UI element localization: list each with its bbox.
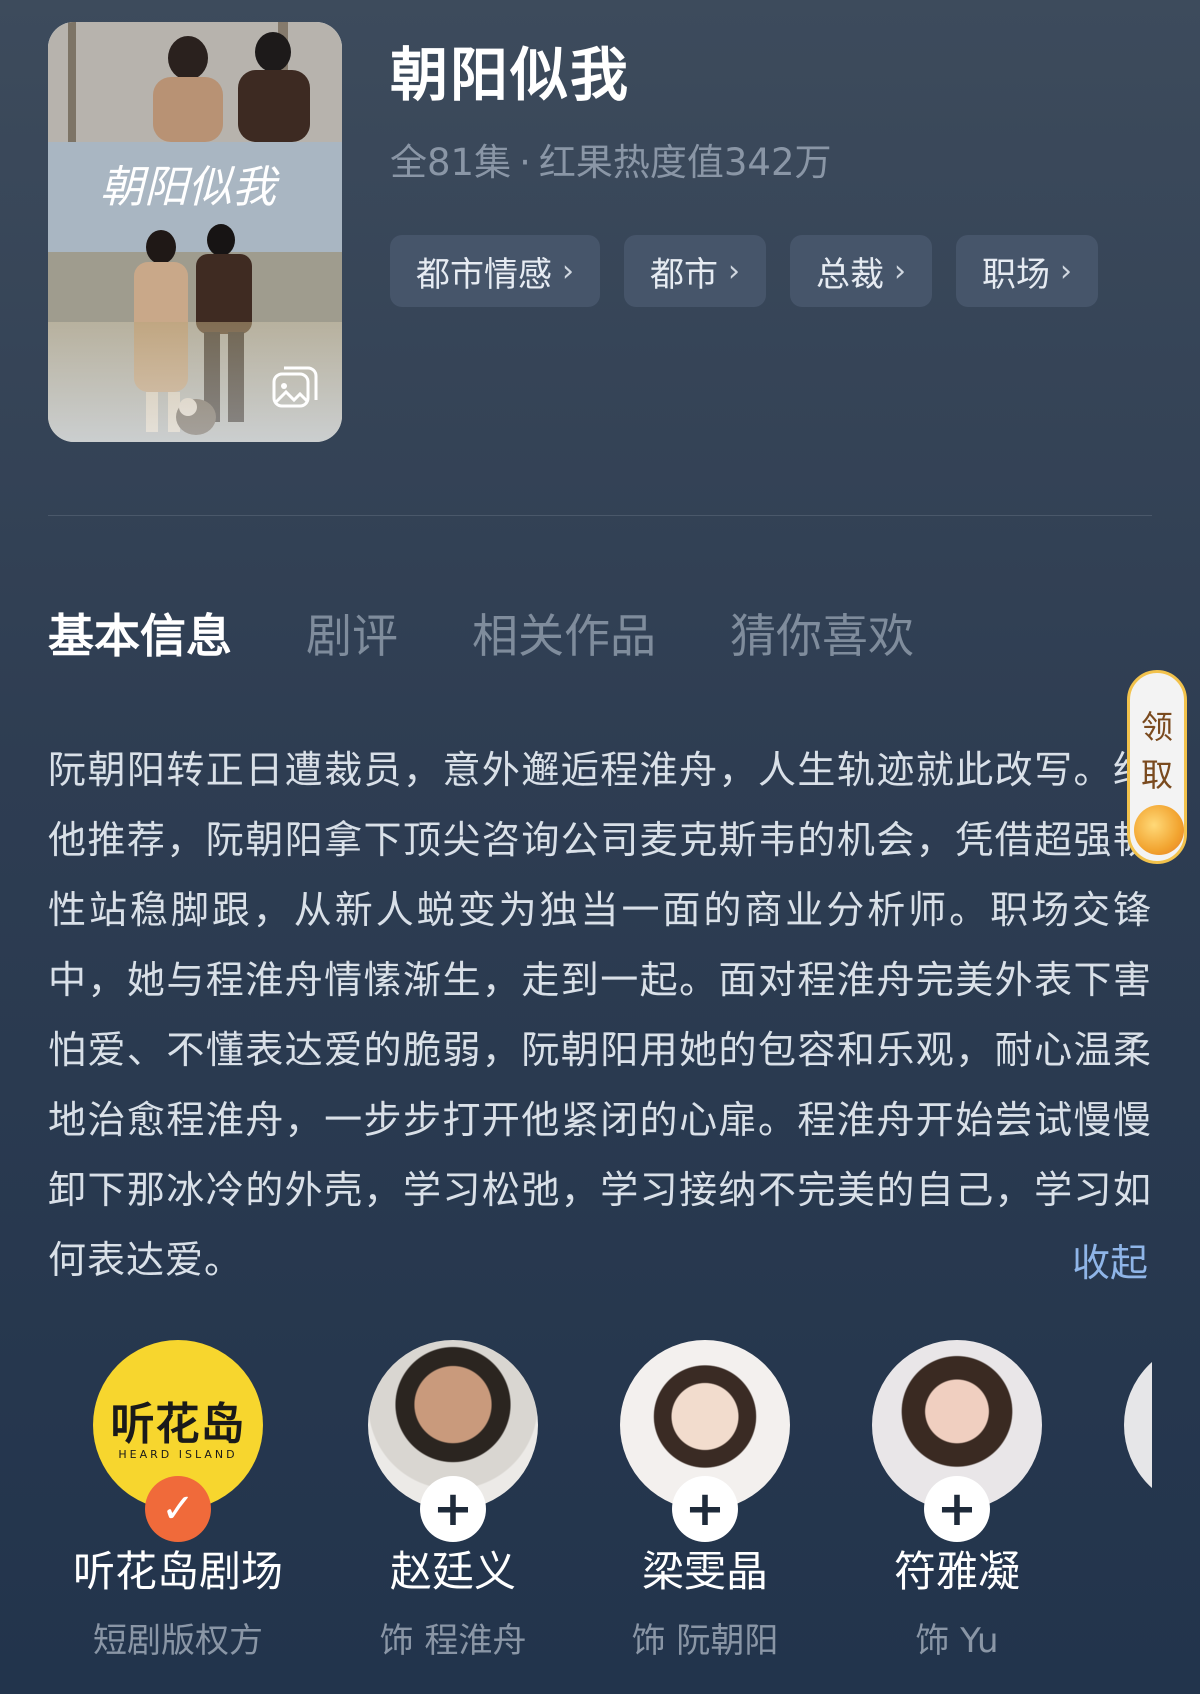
cast-role: 饰 阮朝阳 [631, 1621, 779, 1661]
cast-item[interactable]: + 符雅凝 饰 Yu [832, 1340, 1082, 1662]
tag-label: 总裁 [816, 254, 884, 295]
cast-item[interactable]: + 梁雯晶 饰 阮朝阳 [580, 1340, 830, 1662]
gallery-icon[interactable] [270, 364, 320, 414]
cast-name: 听花岛剧场 [72, 1547, 283, 1596]
tag-label: 都市 [650, 254, 718, 295]
chevron-right-icon: › [1060, 253, 1072, 289]
cast-item[interactable]: + 赵廷义 饰 程淮舟 [328, 1340, 578, 1662]
cast-role: 饰 程淮舟 [379, 1621, 527, 1661]
tag-label: 都市情感 [416, 254, 552, 295]
logo-subtext: HEARD ISLAND [118, 1448, 238, 1461]
reward-label-1: 领 [1140, 708, 1173, 746]
avatar[interactable]: + [620, 1340, 790, 1542]
claim-reward-button[interactable]: 领 取 [1127, 670, 1187, 864]
avatar[interactable]: + [872, 1340, 1042, 1542]
show-title: 朝阳似我 [390, 41, 631, 109]
tab-bar: 基本信息 剧评 相关作品 猜你喜欢 [48, 600, 988, 666]
cast-item-partial[interactable] [1084, 1340, 1152, 1510]
collapse-button[interactable]: 收起 [1072, 1232, 1148, 1287]
cast-role: 饰 Yu [915, 1621, 999, 1661]
cast-item[interactable]: 听花岛 HEARD ISLAND ✓ 听花岛剧场 短剧版权方 [53, 1340, 303, 1662]
cast-list: 听花岛 HEARD ISLAND ✓ 听花岛剧场 短剧版权方 + 赵廷义 饰 程… [48, 1340, 1152, 1694]
show-meta: 全81集 · 红果热度值342万 [390, 132, 831, 186]
avatar[interactable]: 听花岛 HEARD ISLAND ✓ [93, 1340, 263, 1542]
cast-name: 赵廷义 [389, 1547, 516, 1596]
tab-reviews[interactable]: 剧评 [306, 600, 398, 666]
section-divider [48, 515, 1152, 516]
avatar[interactable]: + [368, 1340, 538, 1542]
coin-icon [1134, 805, 1184, 855]
reward-label-2: 取 [1140, 756, 1173, 794]
plus-icon[interactable]: + [672, 1476, 738, 1542]
plus-icon[interactable]: + [420, 1476, 486, 1542]
chevron-right-icon: › [894, 253, 906, 289]
cast-name: 梁雯晶 [641, 1547, 768, 1596]
heat-value: 红果热度值342万 [538, 141, 832, 184]
plus-icon[interactable]: + [924, 1476, 990, 1542]
synopsis-text: 阮朝阳转正日遭裁员，意外邂逅程淮舟，人生轨迹就此改写。经他推荐，阮朝阳拿下顶尖咨… [48, 748, 1152, 1282]
tab-basic-info[interactable]: 基本信息 [48, 600, 232, 666]
tab-recommendations[interactable]: 猜你喜欢 [730, 600, 914, 666]
tag-label: 职场 [982, 254, 1050, 295]
meta-separator: · [519, 141, 531, 184]
avatar[interactable] [1124, 1340, 1152, 1510]
tag-urban-romance[interactable]: 都市情感 › [390, 235, 600, 307]
genre-tags: 都市情感 › 都市 › 总裁 › 职场 › [390, 235, 1098, 307]
tag-ceo[interactable]: 总裁 › [790, 235, 932, 307]
tag-workplace[interactable]: 职场 › [956, 235, 1098, 307]
tag-urban[interactable]: 都市 › [624, 235, 766, 307]
chevron-right-icon: › [562, 253, 574, 289]
logo-text: 听花岛 [110, 1399, 246, 1450]
cast-role: 短剧版权方 [93, 1621, 263, 1661]
check-icon[interactable]: ✓ [145, 1476, 211, 1542]
tab-related-works[interactable]: 相关作品 [472, 600, 656, 666]
poster-image[interactable]: 朝阳似我 [48, 22, 342, 442]
cast-name: 符雅凝 [893, 1547, 1020, 1596]
chevron-right-icon: › [728, 253, 740, 289]
episode-count: 全81集 [390, 141, 512, 184]
poster-title: 朝阳似我 [100, 162, 280, 213]
